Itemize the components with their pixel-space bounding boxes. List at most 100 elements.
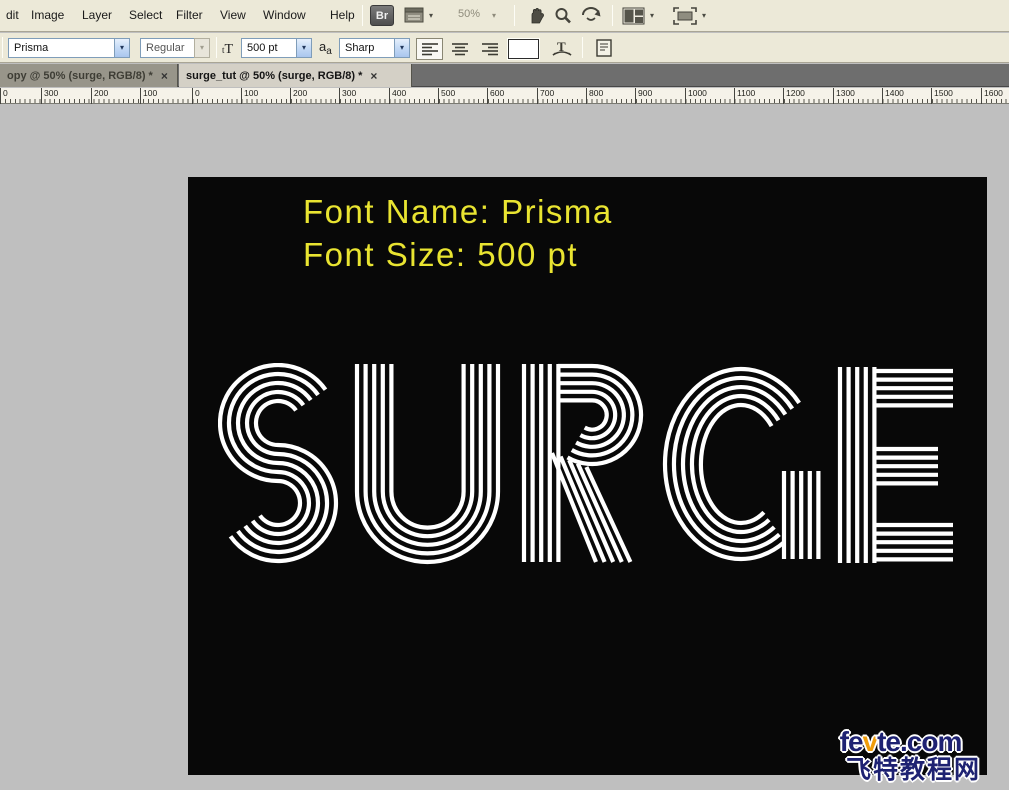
view-extras-icon[interactable] [404,6,426,29]
ruler-unit-label: 1200 [786,88,805,98]
ruler-major-tick [783,88,784,104]
menu-item-select[interactable]: Select [125,0,166,31]
document-tab-0[interactable]: opy @ 50% (surge, RGB/8) * × [0,64,178,87]
ruler-unit-label: 100 [143,88,157,98]
ruler-major-tick [290,88,291,104]
ruler-unit-label: 1600 [984,88,1003,98]
document-image[interactable]: Font Name: Prisma Font Size: 500 pt fevt… [188,177,987,775]
ruler-unit-label: 400 [392,88,406,98]
ruler-unit-label: 500 [441,88,455,98]
anti-alias-value[interactable]: Sharp [339,38,394,58]
document-tab-bar: opy @ 50% (surge, RGB/8) *×surge_tut @ 5… [0,64,1009,87]
ruler-major-tick [389,88,390,104]
rotate-view-tool-icon[interactable] [579,6,603,31]
horizontal-ruler[interactable]: 0300200100010020030040050060070080090010… [0,88,1009,104]
document-tab-label: surge_tut @ 50% (surge, RGB/8) * [186,70,362,82]
font-size-value[interactable]: 500 pt [241,38,296,58]
character-panel-toggle-icon[interactable] [594,38,614,61]
toolbar-separator [2,37,3,58]
menu-item-filter[interactable]: Filter [172,0,207,31]
ruler-major-tick [635,88,636,104]
document-tab-label: opy @ 50% (surge, RGB/8) * [7,70,153,82]
ruler-major-tick [833,88,834,104]
surge-letter-stripe [701,405,772,523]
ruler-unit-label: 1100 [737,88,755,98]
watermark: fevte.com 飞特教程网 [820,727,981,783]
surge-letter-stripe [558,366,641,464]
font-family-value[interactable]: Prisma [8,38,114,58]
toolbar-separator [582,37,583,58]
ruler-major-tick [0,88,1,104]
ruler-unit-label: 300 [342,88,356,98]
warp-text-icon[interactable]: T [550,38,574,63]
photoshop-window: Br ▾ 50% ▾ [0,0,1009,790]
canvas-area: Font Name: Prisma Font Size: 500 pt fevt… [0,105,1009,790]
ruler-major-tick [931,88,932,104]
align-right-button[interactable] [476,38,503,60]
toolbar-separator [362,5,363,26]
image-caption: Font Name: Prisma Font Size: 500 pt [303,190,613,276]
surge-striped-text-art [218,363,958,573]
font-size-select[interactable]: 500 pt ▾ [241,38,312,58]
ruler-major-tick [586,88,587,104]
surge-letter-stripe [357,364,498,562]
screen-mode-icon[interactable] [672,6,698,31]
menu-item-help[interactable]: Help [326,0,359,31]
chevron-down-icon[interactable]: ▾ [394,38,410,58]
ruler-unit-label: 0 [195,88,200,98]
view-extras-dropdown-icon[interactable]: ▾ [429,11,433,20]
align-left-button[interactable] [416,38,443,60]
hand-tool-icon[interactable] [527,6,547,31]
ruler-major-tick [487,88,488,104]
ruler-major-tick [140,88,141,104]
ruler-major-tick [91,88,92,104]
ruler-unit-label: 700 [540,88,554,98]
arrange-documents-icon[interactable] [622,6,646,31]
ruler-unit-label: 200 [293,88,307,98]
ruler-major-tick [41,88,42,104]
chevron-down-icon[interactable]: ▾ [296,38,312,58]
toolbar-separator [514,5,515,26]
font-style-value[interactable]: Regular [140,38,194,58]
zoom-level-value[interactable]: 50% [458,8,480,20]
menu-item-image[interactable]: Image [27,0,68,31]
ruler-unit-label: 1400 [885,88,904,98]
text-color-swatch[interactable] [508,39,539,59]
surge-letter-stripe [558,375,632,456]
anti-alias-select[interactable]: Sharp ▾ [339,38,410,58]
menu-item-view[interactable]: View [216,0,250,31]
ruler-major-tick [537,88,538,104]
chevron-down-icon: ▾ [194,38,210,58]
ruler-major-tick [241,88,242,104]
watermark-brand: fevte.com [820,727,981,756]
ruler-major-tick [339,88,340,104]
menu-item-layer[interactable]: Layer [78,0,116,31]
ruler-major-tick [438,88,439,104]
screen-mode-dropdown-icon[interactable]: ▾ [702,11,706,20]
menu-item-window[interactable]: Window [259,0,310,31]
ruler-major-tick [882,88,883,104]
caption-line-2: Font Size: 500 pt [303,233,613,276]
align-center-button[interactable] [446,38,473,60]
ruler-unit-label: 300 [44,88,58,98]
font-family-select[interactable]: Prisma ▾ [8,38,130,58]
document-tab-1[interactable]: surge_tut @ 50% (surge, RGB/8) * × [179,64,412,87]
tab-close-icon[interactable]: × [370,69,377,83]
ruler-unit-label: 800 [589,88,603,98]
ruler-unit-label: 1500 [934,88,953,98]
tab-close-icon[interactable]: × [161,69,168,83]
menu-item-dit[interactable]: dit [2,0,23,31]
watermark-cjk: 飞特教程网 [820,757,981,783]
font-size-icon: tT [222,41,233,58]
ruler-unit-label: 200 [94,88,108,98]
chevron-down-icon[interactable]: ▾ [114,38,130,58]
zoom-level-dropdown-icon[interactable]: ▾ [492,11,496,20]
ruler-unit-label: 0 [3,88,8,98]
launch-bridge-button[interactable]: Br [370,5,394,26]
surge-letter-stripe [558,400,607,429]
zoom-tool-icon[interactable] [553,6,573,31]
surge-letter-stripe [391,364,463,528]
arrange-documents-dropdown-icon[interactable]: ▾ [650,11,654,20]
toolbar-separator [216,37,217,58]
font-style-select[interactable]: Regular ▾ [140,38,210,58]
